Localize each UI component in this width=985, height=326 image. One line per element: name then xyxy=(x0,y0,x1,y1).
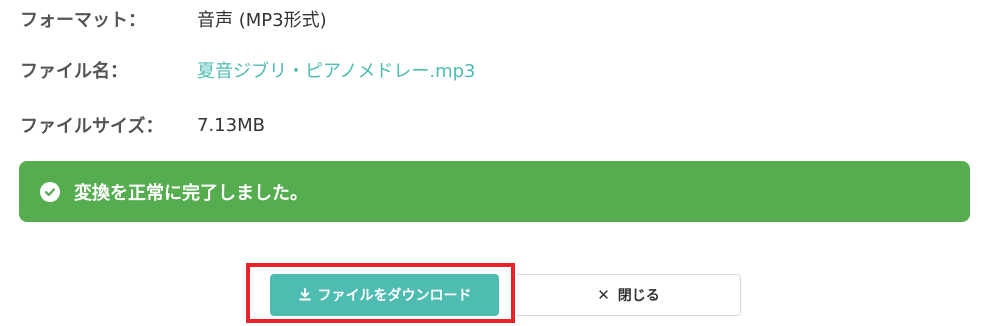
success-alert: 変換を正常に完了しました。 xyxy=(19,161,970,222)
filename-label: ファイル名： xyxy=(20,61,128,82)
success-message: 変換を正常に完了しました。 xyxy=(74,182,308,204)
close-icon: ✕ xyxy=(597,286,610,304)
download-label: ファイルをダウンロード xyxy=(317,288,472,304)
format-label: フォーマット： xyxy=(20,10,146,31)
format-row: フォーマット： 音声 (MP3形式) xyxy=(20,4,327,34)
filename-link[interactable]: 夏音ジブリ・ピアノメドレー.mp3 xyxy=(197,57,476,83)
download-button[interactable]: ファイルをダウンロード xyxy=(270,274,499,316)
close-label: 閉じる xyxy=(617,288,660,304)
filename-row: ファイル名： 夏音ジブリ・ピアノメドレー.mp3 xyxy=(20,55,476,85)
close-button[interactable]: ✕ 閉じる xyxy=(517,274,741,316)
filesize-label: ファイルサイズ： xyxy=(20,116,164,137)
filesize-row: ファイルサイズ： 7.13MB xyxy=(20,110,265,140)
download-icon xyxy=(298,288,312,302)
format-value: 音声 (MP3形式) xyxy=(197,10,327,31)
filesize-value: 7.13MB xyxy=(197,114,265,136)
check-circle-icon xyxy=(40,181,60,202)
